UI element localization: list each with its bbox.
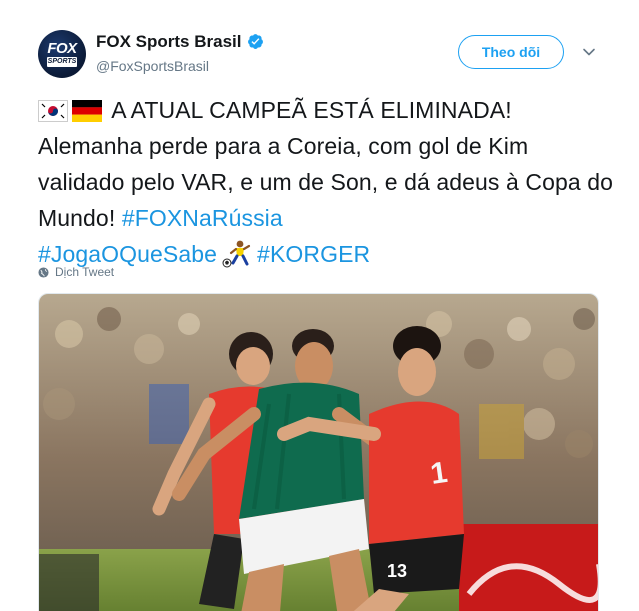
soccer-player-emoji-icon bbox=[222, 240, 251, 268]
match-photo-image: 1 13 bbox=[39, 294, 598, 611]
follow-button[interactable]: Theo dõi bbox=[458, 35, 564, 69]
hashtag-link[interactable]: #JogaOQueSabe bbox=[38, 241, 217, 267]
translate-tweet-link[interactable]: Dịch Tweet bbox=[38, 265, 114, 279]
tweet-card: FOX SPORTS FOX Sports Brasil @FoxSportsB… bbox=[0, 0, 639, 611]
verified-badge-icon bbox=[248, 34, 263, 49]
globe-icon bbox=[38, 266, 49, 278]
tweet-media-photo[interactable]: 1 13 bbox=[38, 293, 599, 611]
display-name[interactable]: FOX Sports Brasil bbox=[96, 32, 241, 52]
player-number-label: 13 bbox=[387, 561, 407, 581]
chevron-down-icon[interactable] bbox=[582, 45, 596, 59]
user-handle[interactable]: @FoxSportsBrasil bbox=[96, 58, 209, 74]
avatar[interactable]: FOX SPORTS bbox=[38, 30, 86, 78]
tweet-text: A ATUAL CAMPEÃ ESTÁ ELIMINADA! Alemanha … bbox=[38, 92, 618, 272]
translate-label: Dịch Tweet bbox=[55, 265, 115, 279]
south-korea-flag-icon bbox=[38, 100, 68, 122]
avatar-logo-text: FOX bbox=[47, 40, 77, 57]
germany-flag-icon bbox=[72, 100, 102, 122]
hashtag-link[interactable]: #KORGER bbox=[257, 241, 370, 267]
avatar-logo-subtext: SPORTS bbox=[47, 57, 77, 67]
hashtag-link[interactable]: #FOXNaRússia bbox=[122, 205, 283, 231]
